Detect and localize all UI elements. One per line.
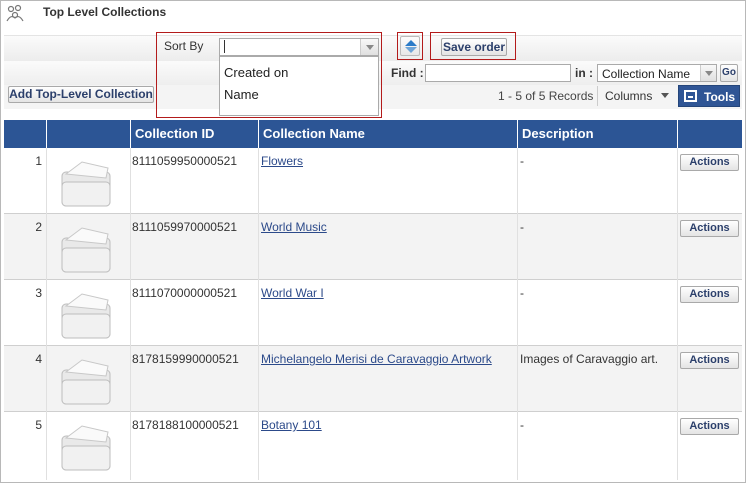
column-divider bbox=[258, 148, 259, 480]
sort-by-label: Sort By bbox=[164, 39, 204, 53]
table-row: 3 8111070000000521 World War I - Actions bbox=[4, 280, 742, 346]
divider bbox=[597, 86, 598, 106]
table-row: 5 8178188100000521 Botany 101 - Actions bbox=[4, 412, 742, 480]
sort-by-dropdown: Created on Name bbox=[219, 56, 379, 116]
table-row: 2 8111059970000521 World Music - Actions bbox=[4, 214, 742, 280]
collection-name-link[interactable]: World War I bbox=[261, 286, 324, 300]
table-row: 4 8178159990000521 Michelangelo Merisi d… bbox=[4, 346, 742, 412]
collection-id: 8111059950000521 bbox=[132, 154, 237, 168]
collection-id: 8178159990000521 bbox=[132, 352, 239, 366]
collection-description: - bbox=[520, 286, 524, 300]
sort-option-created-on[interactable]: Created on bbox=[224, 65, 288, 80]
collection-id: 8111059970000521 bbox=[132, 220, 237, 234]
collection-description: - bbox=[520, 154, 524, 168]
find-input[interactable] bbox=[425, 64, 571, 82]
row-number: 2 bbox=[35, 220, 42, 234]
title-bar: Top Level Collections bbox=[1, 1, 745, 31]
actions-button[interactable]: Actions bbox=[680, 352, 739, 369]
table-row: 1 8111059950000521 Flowers - Actions bbox=[4, 148, 742, 214]
sort-ascending-icon bbox=[405, 40, 417, 46]
column-divider bbox=[46, 148, 47, 480]
search-field-select[interactable]: Collection Name bbox=[597, 64, 717, 82]
actions-button[interactable]: Actions bbox=[680, 286, 739, 303]
collection-thumbnail-icon[interactable] bbox=[54, 224, 120, 274]
sort-option-name[interactable]: Name bbox=[224, 87, 259, 102]
in-label: in : bbox=[575, 66, 593, 80]
search-field-value: Collection Name bbox=[602, 67, 691, 81]
collection-thumbnail-icon[interactable] bbox=[54, 290, 120, 340]
collection-id: 8111070000000521 bbox=[132, 286, 237, 300]
collection-description: - bbox=[520, 220, 524, 234]
row-number: 5 bbox=[35, 418, 42, 432]
collection-id: 8178188100000521 bbox=[132, 418, 239, 432]
tools-button[interactable]: Tools bbox=[678, 85, 740, 107]
column-divider bbox=[130, 148, 131, 480]
sort-descending-icon bbox=[405, 47, 417, 53]
chevron-down-icon[interactable] bbox=[661, 93, 669, 98]
sort-direction-button[interactable] bbox=[400, 36, 420, 56]
actions-button[interactable]: Actions bbox=[680, 220, 739, 237]
header-collection-id[interactable]: Collection ID bbox=[130, 120, 258, 148]
header-thumbnail bbox=[46, 120, 130, 148]
row-number: 3 bbox=[35, 286, 42, 300]
text-cursor bbox=[224, 40, 225, 53]
actions-button[interactable]: Actions bbox=[680, 154, 739, 171]
chevron-down-icon[interactable] bbox=[360, 39, 378, 55]
sort-by-select[interactable] bbox=[219, 38, 379, 56]
collection-description: Images of Caravaggio art. bbox=[520, 352, 659, 366]
find-label: Find : bbox=[391, 66, 424, 80]
header-description[interactable]: Description bbox=[517, 120, 677, 148]
tools-label: Tools bbox=[704, 90, 736, 104]
column-divider bbox=[517, 148, 518, 480]
records-count: 1 - 5 of 5 Records bbox=[498, 89, 594, 103]
add-top-level-collection-button[interactable]: Add Top-Level Collection bbox=[8, 86, 154, 103]
collection-thumbnail-icon[interactable] bbox=[54, 356, 120, 406]
actions-button[interactable]: Actions bbox=[680, 418, 739, 435]
collection-thumbnail-icon[interactable] bbox=[54, 158, 120, 208]
collection-thumbnail-icon[interactable] bbox=[54, 422, 120, 472]
collection-name-link[interactable]: Flowers bbox=[261, 154, 303, 168]
page-title: Top Level Collections bbox=[43, 5, 167, 19]
header-number bbox=[4, 120, 46, 148]
column-divider bbox=[677, 148, 678, 480]
collections-icon bbox=[6, 4, 24, 22]
collection-name-link[interactable]: Michelangelo Merisi de Caravaggio Artwor… bbox=[261, 352, 492, 366]
collection-description: - bbox=[520, 418, 524, 432]
header-actions bbox=[677, 120, 742, 148]
columns-menu[interactable]: Columns bbox=[605, 89, 652, 103]
header-collection-name[interactable]: Collection Name bbox=[258, 120, 517, 148]
collection-name-link[interactable]: Botany 101 bbox=[261, 418, 322, 432]
go-button[interactable]: Go bbox=[720, 64, 738, 82]
row-number: 4 bbox=[35, 352, 42, 366]
tools-icon bbox=[684, 90, 697, 102]
row-number: 1 bbox=[35, 154, 42, 168]
collection-name-link[interactable]: World Music bbox=[261, 220, 327, 234]
save-order-button[interactable]: Save order bbox=[441, 38, 507, 56]
table-header: Collection ID Collection Name Descriptio… bbox=[4, 120, 742, 148]
chevron-down-icon[interactable] bbox=[700, 65, 716, 81]
